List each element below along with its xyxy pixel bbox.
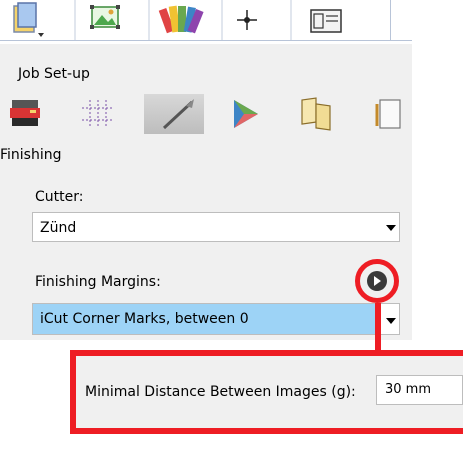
- min-distance-label: Minimal Distance Between Images (g):: [85, 384, 356, 400]
- grid-dots-icon: [82, 100, 114, 128]
- job-setup-page-icon: [13, 2, 44, 37]
- crosshair-icon: [237, 10, 257, 30]
- tab-book-pages[interactable]: [288, 94, 348, 134]
- image-layout-icon: [90, 5, 120, 29]
- section-title: Job Set-up: [18, 66, 90, 82]
- printer-media-icon: [10, 100, 40, 126]
- expand-margins-button[interactable]: [367, 271, 387, 291]
- color-gamut-icon: [234, 100, 258, 128]
- tab-printer-media[interactable]: [0, 94, 60, 134]
- window-layout-button[interactable]: [294, 0, 349, 40]
- book-pages-icon: [301, 97, 331, 131]
- crosshair-button[interactable]: [225, 0, 280, 40]
- cutter-dropdown[interactable]: [32, 212, 400, 242]
- job-setup-page-button[interactable]: [0, 0, 55, 40]
- icon-tab-row: [0, 94, 412, 134]
- callout-connector: [375, 303, 381, 351]
- window-layout-icon: [310, 9, 342, 33]
- toolbar-separator: [148, 0, 150, 40]
- toolbar-separator: [74, 0, 76, 40]
- tab-grid-layout[interactable]: [72, 94, 132, 134]
- document-icon: [375, 99, 401, 129]
- cutter-label: Cutter:: [35, 189, 84, 205]
- toolbar-separator: [221, 0, 223, 40]
- finishing-margins-selected-value: iCut Corner Marks, between 0: [40, 311, 249, 327]
- chevron-down-icon: [386, 225, 396, 231]
- tab-finishing[interactable]: [144, 94, 204, 134]
- toolbar-divider: [390, 0, 391, 40]
- toolbar-bottom-line: [0, 40, 412, 41]
- min-distance-value: 30 mm: [385, 382, 432, 397]
- arrow-right-icon: [374, 276, 381, 286]
- chevron-down-icon: [386, 318, 396, 324]
- cutter-selected-value: Zünd: [40, 220, 77, 236]
- finishing-margins-label: Finishing Margins:: [35, 274, 161, 290]
- color-swatches-button[interactable]: [152, 0, 207, 40]
- tab-document[interactable]: [366, 94, 426, 134]
- image-layout-button[interactable]: [78, 0, 133, 40]
- knife-cutter-icon: [162, 99, 194, 130]
- top-toolbar: [0, 0, 412, 44]
- tab-color-gamut[interactable]: [216, 94, 276, 134]
- toolbar-separator: [290, 0, 292, 40]
- color-swatches-icon: [158, 5, 204, 34]
- finishing-heading: Finishing: [0, 147, 62, 163]
